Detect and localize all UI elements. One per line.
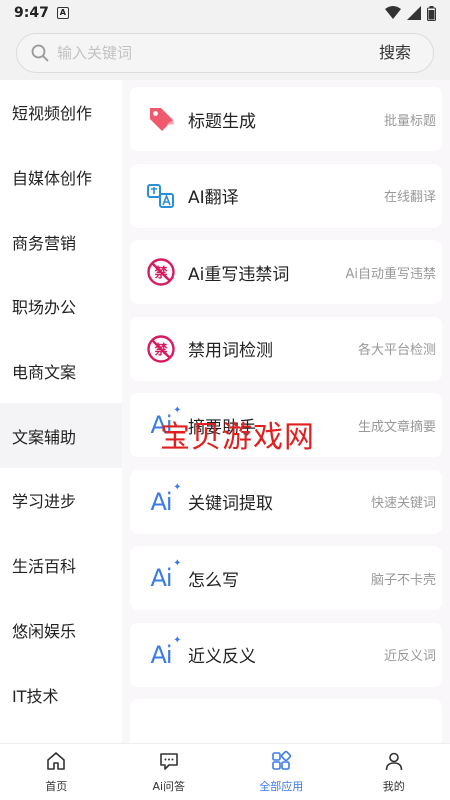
translate-icon — [144, 179, 178, 213]
nav-tab[interactable]: Ai问答 — [113, 744, 226, 800]
tool-title: 标题生成 — [188, 111, 256, 132]
tool-card[interactable]: 禁 Ai重写违禁词 Ai自动重写违禁 — [130, 240, 442, 304]
tool-title: 关键词提取 — [188, 494, 273, 514]
forbidden-icon: 禁 — [144, 332, 178, 366]
tool-title: AI翻译 — [188, 188, 239, 208]
tool-description: 快速关键词 — [370, 496, 436, 511]
tool-title: 近义反义 — [188, 647, 256, 667]
tool-card[interactable]: Ai ✦ 摘要助手 生成文章摘要 — [130, 393, 442, 457]
tool-title: 摘要助手 — [188, 417, 256, 438]
home-icon — [45, 750, 67, 778]
tool-card[interactable]: AI翻译 在线翻译 — [130, 163, 442, 228]
svg-text:禁: 禁 — [154, 265, 167, 281]
category-sidebar: 短视频创作 自媒体创作 商务营销 职场办公 电商文案 文案辅助 学习进步 生活百科 悠闲娱乐 IT… — [0, 80, 122, 743]
nav-tab-label: 首页 — [45, 780, 68, 793]
sidebar-category-item[interactable]: 文案辅助 — [0, 403, 122, 469]
sidebar-category-item[interactable]: 短视频创作 — [0, 80, 122, 145]
sidebar-category-item[interactable]: 学习进步 — [0, 468, 122, 533]
search-bar-area: 搜索 — [0, 26, 450, 80]
tool-title: 怎么写 — [188, 570, 239, 591]
tool-card[interactable]: Ai ✦ 关键词提取 快速关键词 — [130, 469, 442, 534]
sidebar-category-item[interactable]: 悠闲娱乐 — [0, 598, 122, 663]
nav-tab[interactable]: 我的 — [338, 744, 450, 800]
tool-card[interactable]: 标题生成 批量标题 — [130, 87, 442, 151]
search-button[interactable]: 搜索 — [379, 34, 411, 72]
tool-description: 在线翻译 — [383, 190, 436, 205]
tool-description: 脑子不卡壳 — [370, 572, 436, 588]
battery-icon — [427, 5, 436, 21]
search-icon — [31, 44, 49, 62]
status-bar: 9:47 A — [0, 0, 450, 26]
tool-card[interactable]: Ai ✦ 怎么写 脑子不卡壳 — [130, 546, 442, 610]
status-icons — [385, 5, 436, 21]
search-box[interactable]: 搜索 — [16, 33, 434, 73]
tool-list: 标题生成 批量标题 AI翻译 在线翻译禁 Ai重写违禁词 Ai自动重写违禁禁禁用词检测 各大… — [122, 80, 450, 743]
search-input[interactable] — [57, 44, 357, 62]
ai-icon: Ai ✦ — [150, 481, 181, 516]
tool-description: 近反义词 — [383, 649, 436, 664]
tool-description: 生成文章摘要 — [357, 419, 436, 435]
tool-description: 批量标题 — [383, 113, 436, 129]
sidebar-category-item[interactable]: 生活百科 — [0, 533, 122, 598]
nav-tab[interactable]: 全部应用 — [225, 744, 338, 800]
apps-icon — [270, 750, 292, 778]
sidebar-category-item[interactable]: 职场办公 — [0, 274, 122, 339]
status-time: 9:47 — [14, 5, 49, 21]
tool-description: 各大平台检测 — [357, 343, 436, 358]
ai-icon: Ai ✦ — [150, 634, 181, 669]
tool-card[interactable]: Ai ✦ 近义反义 近反义词 — [130, 622, 442, 687]
nav-tab-label: 全部应用 — [259, 780, 304, 793]
nav-tab-label: Ai问答 — [152, 780, 186, 793]
bottom-nav: 首页 Ai问答 全部应用 我的 — [0, 743, 450, 800]
tool-title: Ai重写违禁词 — [188, 264, 290, 285]
sidebar-category-item[interactable]: 电商文案 — [0, 339, 122, 404]
signal-icon — [407, 6, 421, 20]
forbidden-icon: 禁 — [144, 255, 178, 289]
sidebar-category-item[interactable]: 商务营销 — [0, 209, 122, 274]
tag-icon — [144, 102, 178, 136]
ai-icon: Ai ✦ — [150, 405, 181, 439]
tool-card[interactable]: 禁 禁用词检测 各大平台检测 — [130, 316, 442, 381]
sidebar-category-item[interactable]: 自媒体创作 — [0, 145, 122, 210]
profile-icon — [383, 750, 405, 778]
tool-title: 禁用词检测 — [188, 341, 273, 361]
svg-text:禁: 禁 — [154, 342, 167, 358]
ai-icon: Ai ✦ — [150, 558, 181, 592]
nav-tab-label: 我的 — [382, 780, 405, 793]
tool-description: Ai自动重写违禁 — [345, 266, 436, 282]
nav-tab[interactable]: 首页 — [0, 744, 113, 800]
wifi-icon — [385, 6, 401, 19]
tool-card-partial[interactable] — [130, 699, 442, 743]
sidebar-category-item[interactable]: IT技术 — [0, 662, 122, 727]
notification-badge-icon: A — [56, 7, 69, 19]
chat-icon — [158, 750, 180, 778]
